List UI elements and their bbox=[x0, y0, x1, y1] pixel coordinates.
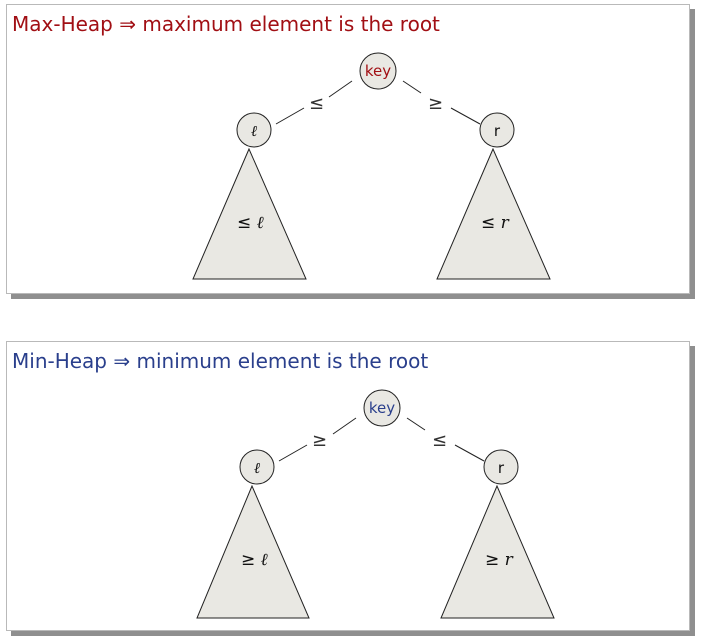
left-edge-relation: ≥ bbox=[312, 430, 327, 451]
right-edge-relation: ≤ bbox=[432, 430, 447, 451]
right-child-label: r bbox=[494, 122, 501, 140]
left-child-label: ℓ bbox=[254, 459, 260, 477]
edge-root-right bbox=[406, 417, 426, 431]
edge-root-left bbox=[328, 80, 353, 98]
left-subtree-label: ≤ ℓ bbox=[237, 213, 264, 233]
root-node-label: key bbox=[369, 399, 395, 417]
edge-right-child bbox=[450, 107, 481, 125]
root-node-label: key bbox=[365, 62, 391, 80]
right-edge-relation: ≥ bbox=[428, 93, 443, 114]
right-child-label: r bbox=[498, 459, 505, 477]
left-subtree-label: ≥ ℓ bbox=[241, 550, 268, 570]
left-edge-relation: ≤ bbox=[309, 93, 324, 114]
edge-left-child bbox=[278, 444, 308, 462]
right-subtree-label: ≤ r bbox=[481, 213, 510, 233]
edge-root-left bbox=[332, 417, 357, 435]
max-heap-tree-diagram: ≤ ≥ ≤ ℓ ≤ r key ℓ r bbox=[192, 52, 551, 280]
min-heap-tree-diagram: ≥ ≤ ≥ ℓ ≥ r key ℓ r bbox=[196, 389, 555, 619]
edge-right-child bbox=[454, 444, 485, 462]
edge-left-child bbox=[275, 107, 305, 125]
min-heap-panel: Min-Heap ⇒ minimum element is the root ≥… bbox=[6, 341, 690, 631]
left-child-label: ℓ bbox=[251, 122, 257, 140]
right-subtree-label: ≥ r bbox=[485, 550, 514, 570]
edge-root-right bbox=[402, 80, 422, 94]
max-heap-panel: Max-Heap ⇒ maximum element is the root ≤… bbox=[6, 4, 690, 294]
